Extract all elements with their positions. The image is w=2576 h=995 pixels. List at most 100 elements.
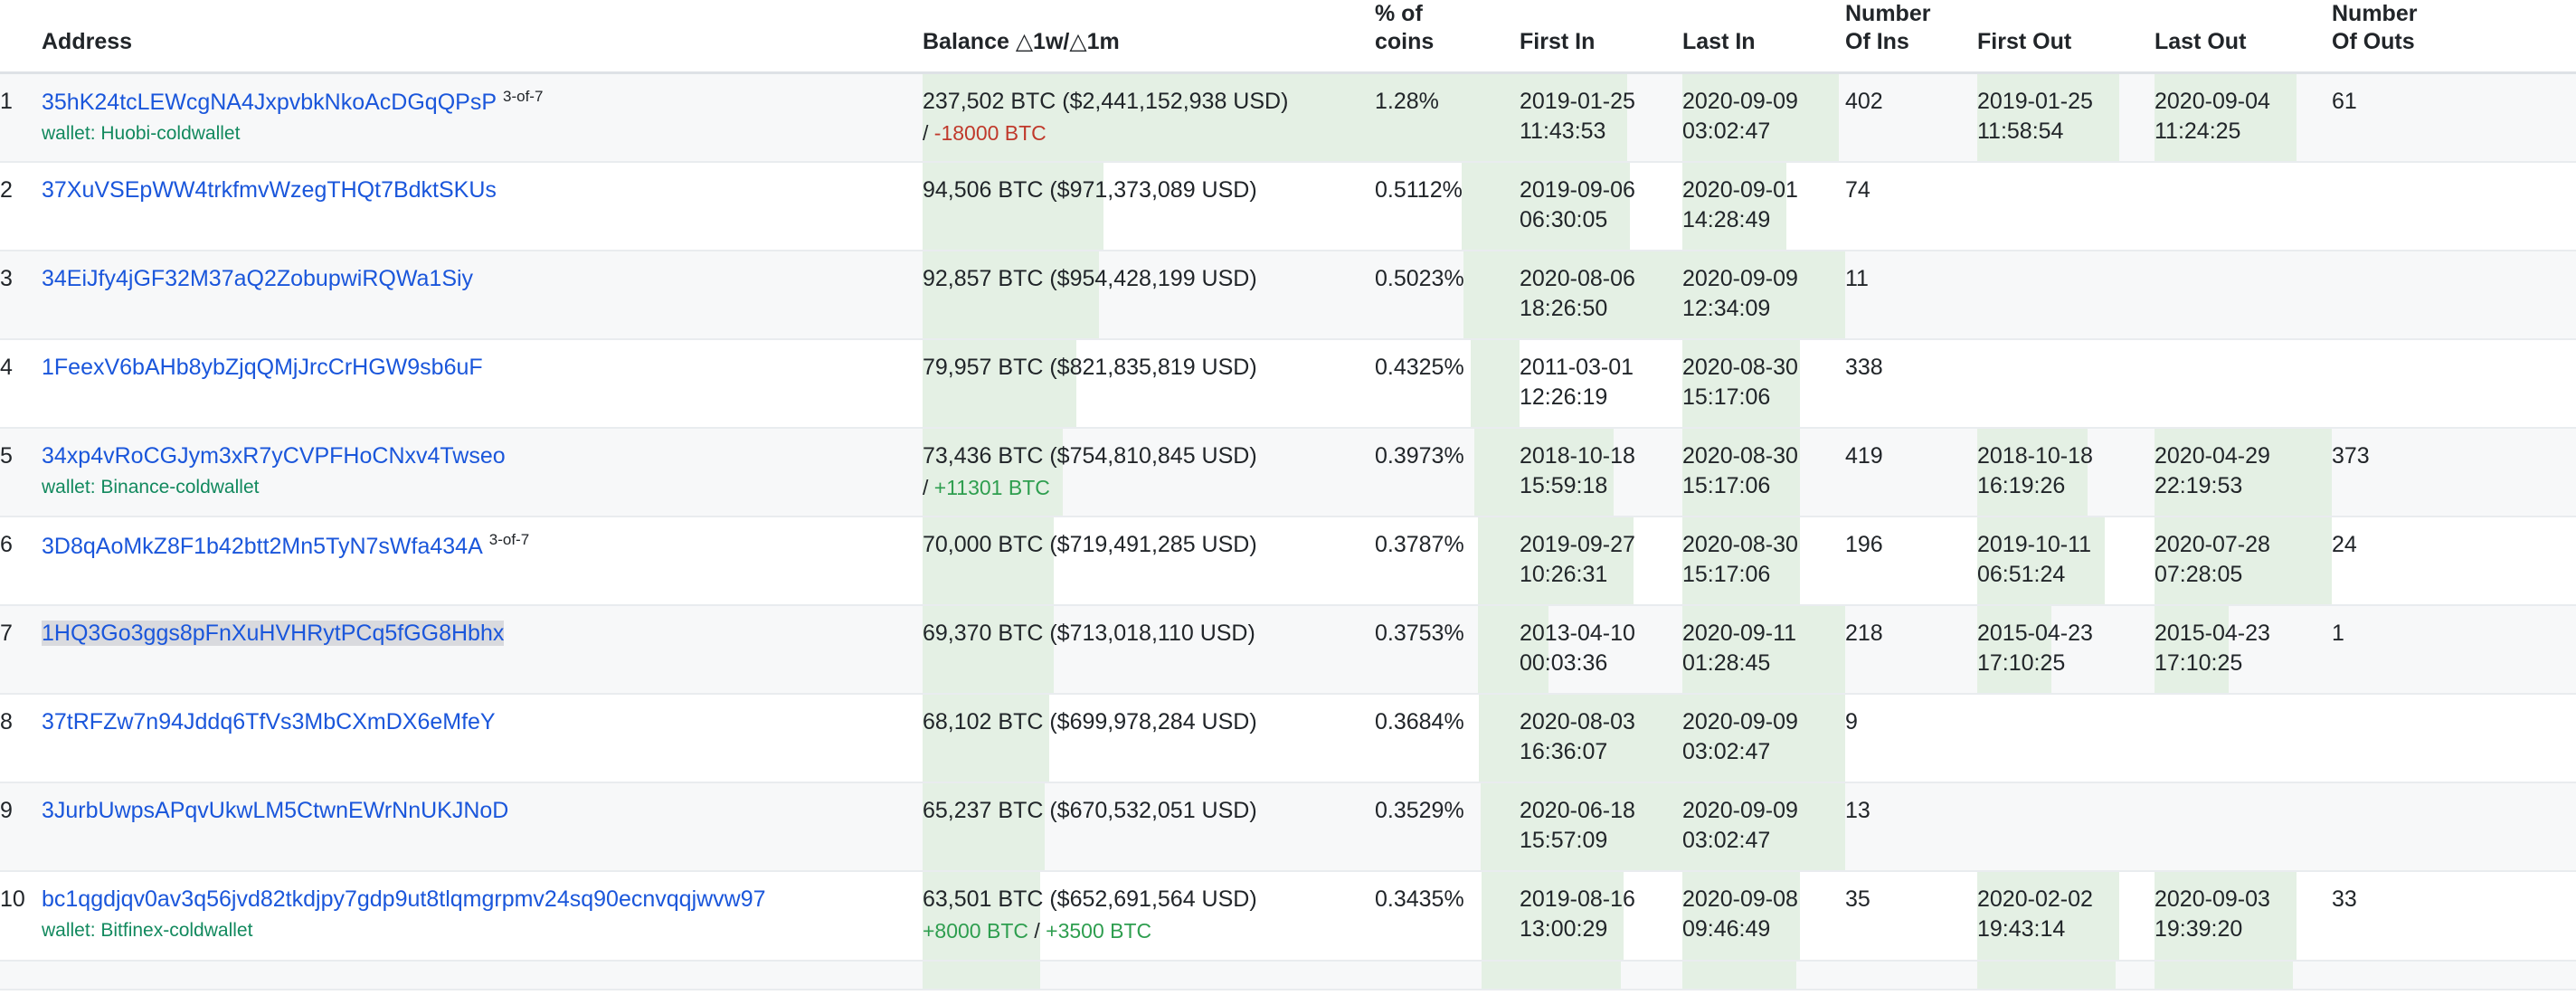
percent-value: 0.3435% xyxy=(1375,886,1464,913)
first-in-value: 2018-10-18 15:59:18 xyxy=(1520,441,1682,501)
cell-percent-of-coins: 0.3973% xyxy=(1375,428,1520,516)
cell-address: 3D8qAoMkZ8F1b42btt2Mn5TyN7sWfa434A 3-of-7 xyxy=(42,516,923,605)
table-row[interactable] xyxy=(0,960,2576,990)
cell-first-out xyxy=(1977,961,2155,990)
last-in-date: 2020-08-30 xyxy=(1682,354,1798,380)
column-header-first-in[interactable]: First In xyxy=(1520,0,1682,74)
table-row[interactable]: 4 1FeexV6bAHb8ybZjqQMjJrcCrHGW9sb6uF 79,95… xyxy=(0,338,2576,428)
cell-rank: 9 xyxy=(0,782,42,871)
first-out-date: 2019-10-11 xyxy=(1977,532,2092,558)
table-row[interactable]: 8 37tRFZw7n94Jddq6TfVs3MbCXmDX6eMfeY 68,10… xyxy=(0,694,2576,783)
cell-number-of-ins: 9 xyxy=(1845,694,1977,782)
cell-last-in: 2020-08-30 15:17:06 xyxy=(1682,428,1845,516)
column-header-number-of-outs[interactable]: Number Of Outs xyxy=(2332,0,2576,74)
cell-number-of-outs xyxy=(2332,694,2576,782)
column-header-number-of-ins[interactable]: Number Of Ins xyxy=(1845,0,1977,74)
cell-number-of-outs xyxy=(2332,782,2576,871)
first-out-value: 2015-04-23 17:10:25 xyxy=(1977,619,2155,678)
first-out-time: 17:10:25 xyxy=(1977,650,2066,677)
percent-value: 0.3753% xyxy=(1375,621,1464,647)
column-header-address-label: Address xyxy=(42,29,133,55)
column-header-number-of-outs-label: Number Of Outs xyxy=(2332,1,2418,55)
table-row[interactable]: 1 35hK24tcLEWcgNA4JxpvbkNkoAcDGqQPsP 3-of-… xyxy=(0,72,2576,162)
cell-rank: 10 xyxy=(0,871,42,960)
address-link[interactable]: 35hK24tcLEWcgNA4JxpvbkNkoAcDGqQPsP xyxy=(42,90,497,115)
wallet-label: wallet: Huobi-coldwallet xyxy=(42,122,241,144)
first-in-time: 12:26:19 xyxy=(1520,384,1608,410)
address-link[interactable]: 3JurbUwpsAPqvUkwLM5CtwnEWrNnUKJNoD xyxy=(42,798,508,823)
cell-last-in: 2020-09-09 12:34:09 xyxy=(1682,251,1845,339)
table-row[interactable]: 9 3JurbUwpsAPqvUkwLM5CtwnEWrNnUKJNoD 65,23… xyxy=(0,782,2576,872)
data-bar xyxy=(1463,251,1520,338)
cell-number-of-ins xyxy=(1845,961,1977,990)
table-row[interactable]: 10 bc1qgdjqv0av3q56jvd82tkdjpy7gdp9ut8tlq… xyxy=(0,871,2576,961)
last-in-date: 2020-08-30 xyxy=(1682,442,1798,469)
column-header-percent-of-coins[interactable]: % of coins xyxy=(1375,0,1520,74)
address-value: 37tRFZw7n94Jddq6TfVs3MbCXmDX6eMfeY xyxy=(42,709,496,734)
last-in-time: 12:34:09 xyxy=(1682,295,1771,321)
cell-last-in: 2020-08-30 15:17:06 xyxy=(1682,516,1845,605)
cell-number-of-ins: 13 xyxy=(1845,782,1977,871)
rich-list-table: Address Balance △1w/△1m % of coins First… xyxy=(0,0,2576,990)
first-in-date: 2013-04-10 xyxy=(1520,621,1635,647)
address-link[interactable]: 34EiJfy4jGF32M37aQ2ZobupwiRQWa1Siy xyxy=(42,266,473,291)
column-header-percent-label: % of coins xyxy=(1375,1,1435,55)
cell-number-of-ins: 35 xyxy=(1845,871,1977,960)
cell-rank: 6 xyxy=(0,516,42,605)
cell-percent-of-coins: 0.3684% xyxy=(1375,694,1520,782)
table-row[interactable]: 7 1HQ3Go3ggs8pFnXuHVHRytPCq5fGG8Hbhx 69,37… xyxy=(0,605,2576,695)
first-out-time: 06:51:24 xyxy=(1977,562,2066,588)
first-in-time: 10:26:31 xyxy=(1520,562,1608,588)
column-header-last-in[interactable]: Last In xyxy=(1682,0,1845,74)
balance-value: 69,370 BTC ($713,018,110 USD) xyxy=(923,621,1255,647)
percent-value: 0.5023% xyxy=(1375,265,1464,291)
address-link[interactable]: 34xp4vRoCGJym3xR7yCVPFHoCNxv4Twseo xyxy=(42,443,506,469)
last-out-time: 17:10:25 xyxy=(2155,650,2243,677)
number-of-ins-value: 419 xyxy=(1845,442,1883,469)
cell-last-in: 2020-09-09 03:02:47 xyxy=(1682,694,1845,782)
cell-last-out: 2020-09-04 11:24:25 xyxy=(2155,72,2332,162)
column-header-address[interactable]: Address xyxy=(42,0,923,74)
cell-first-out: 2019-01-25 11:58:54 xyxy=(1977,72,2155,162)
table-row[interactable]: 6 3D8qAoMkZ8F1b42btt2Mn5TyN7sWfa434A 3-of-… xyxy=(0,516,2576,606)
column-header-rank[interactable] xyxy=(0,0,42,74)
column-header-last-out-label: Last Out xyxy=(2155,29,2247,55)
address-value: 37XuVSEpWW4trkfmvWzegTHQt7BdktSKUs xyxy=(42,177,497,203)
cell-rank xyxy=(0,961,42,990)
table-row[interactable]: 5 34xp4vRoCGJym3xR7yCVPFHoCNxv4Twseo walle… xyxy=(0,427,2576,517)
cell-first-out xyxy=(1977,251,2155,339)
address-link[interactable]: 1HQ3Go3ggs8pFnXuHVHRytPCq5fGG8Hbhx xyxy=(42,621,505,647)
cell-balance: 92,857 BTC ($954,428,199 USD) xyxy=(923,251,1375,339)
cell-last-out xyxy=(2155,694,2332,782)
column-header-balance[interactable]: Balance △1w/△1m xyxy=(923,0,1375,74)
percent-value: 0.3787% xyxy=(1375,532,1464,558)
first-in-value: 2020-08-03 16:36:07 xyxy=(1520,707,1682,767)
column-header-first-out[interactable]: First Out xyxy=(1977,0,2155,74)
last-in-date: 2020-09-09 xyxy=(1682,88,1798,114)
cell-percent-of-coins: 1.28% xyxy=(1375,72,1520,162)
first-out-time: 19:43:14 xyxy=(1977,916,2066,943)
cell-rank: 4 xyxy=(0,339,42,428)
address-link[interactable]: bc1qgdjqv0av3q56jvd82tkdjpy7gdp9ut8tlqmg… xyxy=(42,886,766,912)
rank-value: 1 xyxy=(0,88,13,114)
cell-balance: 68,102 BTC ($699,978,284 USD) xyxy=(923,694,1375,782)
cell-first-in: 2019-08-16 13:00:29 xyxy=(1520,871,1682,960)
address-link[interactable]: 37XuVSEpWW4trkfmvWzegTHQt7BdktSKUs xyxy=(42,177,497,203)
data-bar xyxy=(1520,961,1621,989)
percent-value: 0.3684% xyxy=(1375,709,1464,735)
cell-first-in: 2020-08-06 18:26:50 xyxy=(1520,251,1682,339)
cell-last-out: 2020-09-03 19:39:20 xyxy=(2155,871,2332,960)
column-header-last-out[interactable]: Last Out xyxy=(2155,0,2332,74)
rich-list-table-container: Address Balance △1w/△1m % of coins First… xyxy=(0,0,2576,990)
data-bar xyxy=(1470,339,1520,427)
last-out-value: 2020-04-29 22:19:53 xyxy=(2155,441,2332,501)
cell-address: 37tRFZw7n94Jddq6TfVs3MbCXmDX6eMfeY xyxy=(42,694,923,782)
cell-number-of-ins: 11 xyxy=(1845,251,1977,339)
address-link[interactable]: 3D8qAoMkZ8F1b42btt2Mn5TyN7sWfa434A xyxy=(42,534,483,559)
last-in-time: 15:17:06 xyxy=(1682,472,1771,498)
table-row[interactable]: 2 37XuVSEpWW4trkfmvWzegTHQt7BdktSKUs 94,50… xyxy=(0,161,2576,251)
table-row[interactable]: 3 34EiJfy4jGF32M37aQ2ZobupwiRQWa1Siy 92,85… xyxy=(0,250,2576,339)
address-link[interactable]: 1FeexV6bAHb8ybZjqQMjJrcCrHGW9sb6uF xyxy=(42,355,483,380)
last-in-time: 14:28:49 xyxy=(1682,206,1771,232)
address-link[interactable]: 37tRFZw7n94Jddq6TfVs3MbCXmDX6eMfeY xyxy=(42,709,496,734)
